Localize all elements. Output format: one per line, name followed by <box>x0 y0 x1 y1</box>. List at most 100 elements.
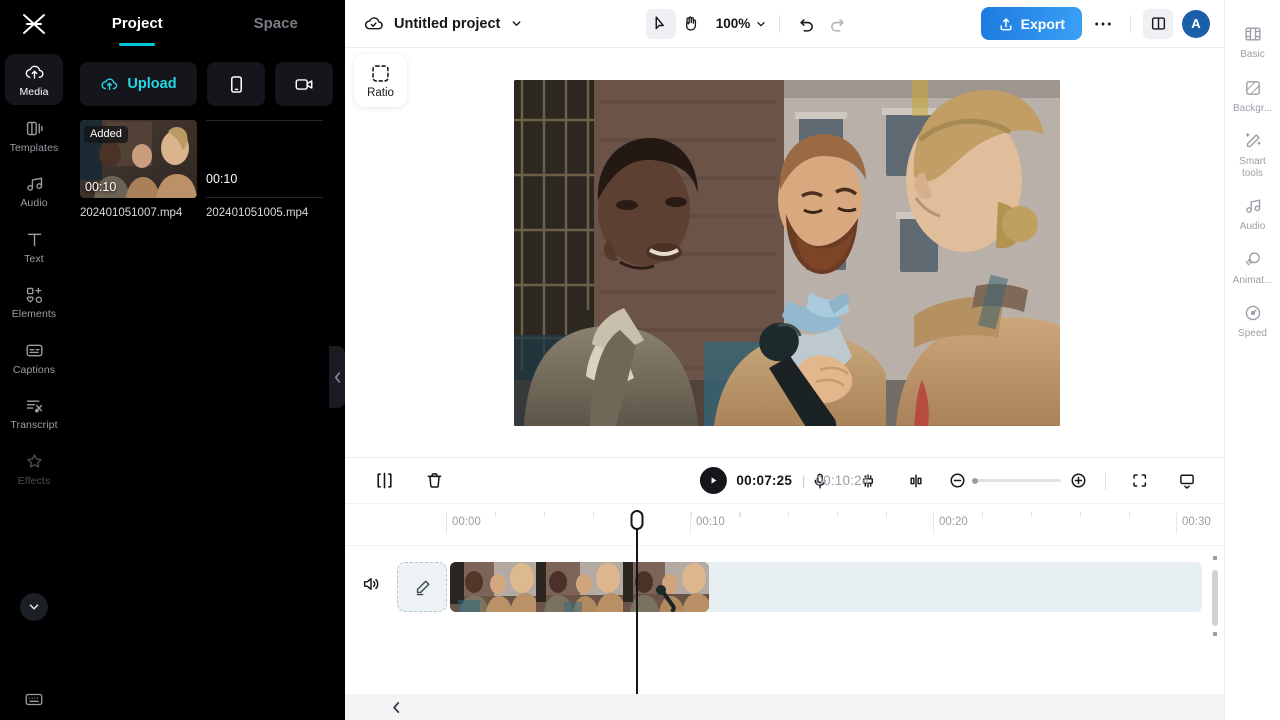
ruler-label: 00:30 <box>1182 516 1211 528</box>
media-actions-row: Upload <box>80 62 333 106</box>
export-button[interactable]: Export <box>980 7 1082 40</box>
sidebar-item-transcript-label: Transcript <box>10 419 58 431</box>
more-horizontal-icon <box>1094 21 1112 27</box>
select-tool-button[interactable] <box>645 8 676 39</box>
track-mute-button[interactable] <box>361 574 381 594</box>
split-marker-button[interactable] <box>901 466 931 496</box>
play-button[interactable] <box>699 467 727 494</box>
right-rail-item-smart-tools[interactable]: Smart tools <box>1228 123 1278 185</box>
media-thumbnail[interactable]: Added 00:10 <box>80 120 197 198</box>
zoom-slider-handle[interactable] <box>972 477 978 484</box>
sidebar-item-elements-label: Elements <box>11 308 57 320</box>
media-thumbnail[interactable]: 00:10 <box>206 120 323 198</box>
sidebar-item-effects[interactable]: Effects <box>5 443 63 494</box>
right-rail-item-animation[interactable]: Animat... <box>1228 242 1278 293</box>
speaker-volume-icon <box>361 574 381 594</box>
right-rail-item-audio[interactable]: Audio <box>1228 188 1278 239</box>
rail-expand-button[interactable] <box>20 593 48 621</box>
video-clip[interactable] <box>450 562 709 612</box>
zoom-out-minus-icon[interactable] <box>949 472 966 489</box>
video-preview[interactable] <box>514 80 1060 426</box>
export-upload-icon <box>998 16 1014 32</box>
cover-edit-button[interactable] <box>397 562 447 612</box>
timeline-horizontal-scrollbar[interactable] <box>345 694 1224 720</box>
panel-toggle-button[interactable] <box>1143 8 1173 39</box>
undo-arrow-icon <box>798 15 816 33</box>
playhead[interactable] <box>630 510 644 694</box>
tab-space-label: Space <box>253 14 298 32</box>
timeline[interactable]: 00:00 00:10 00:20 00:30 <box>345 504 1224 720</box>
playhead-handle[interactable] <box>630 510 644 530</box>
zoom-level-select[interactable]: 100% <box>716 16 768 31</box>
redo-arrow-icon <box>828 15 846 33</box>
cloud-saved-icon <box>363 14 384 33</box>
timeline-ruler[interactable]: 00:00 00:10 00:20 00:30 <box>345 504 1224 546</box>
preview-monitor-button[interactable] <box>1172 466 1202 496</box>
right-rail-item-background[interactable]: Backgr... <box>1228 70 1278 121</box>
cloud-upload-icon <box>24 63 45 82</box>
cloud-upload-icon <box>100 76 119 93</box>
hand-tool-button[interactable] <box>676 9 706 39</box>
keyboard-shortcuts-button[interactable] <box>0 691 68 708</box>
split-marker-icon <box>907 472 925 490</box>
undo-button[interactable] <box>792 9 822 39</box>
scroll-left-button[interactable] <box>391 701 402 714</box>
music-note-icon <box>24 174 45 193</box>
ratio-button[interactable]: Ratio <box>354 54 407 107</box>
keyboard-shortcuts-icon <box>24 691 44 708</box>
timeline-zoom-slider[interactable] <box>949 472 1087 489</box>
timeline-toolbar: 00:07:25 | 00:10:24 <box>345 457 1224 504</box>
right-rail-item-speed[interactable]: Speed <box>1228 295 1278 346</box>
sidebar-item-transcript[interactable]: Transcript <box>5 387 63 438</box>
camera-record-icon <box>294 76 314 93</box>
media-item[interactable]: Added 00:10 202401051007.mp4 <box>80 120 206 219</box>
redo-button[interactable] <box>822 9 852 39</box>
clip-thumbnail <box>450 562 537 612</box>
avatar[interactable]: A <box>1182 9 1210 38</box>
record-button[interactable] <box>275 62 333 106</box>
timeline-vertical-scrollbar[interactable] <box>1212 552 1218 688</box>
phone-import-icon <box>228 75 245 94</box>
sidebar-item-templates[interactable]: Templates <box>5 110 63 161</box>
left-panel-tabs: Project Space <box>68 3 345 46</box>
captions-icon <box>24 341 45 360</box>
music-note-icon <box>1243 196 1263 216</box>
elements-shapes-icon <box>24 285 45 304</box>
zoom-slider-track[interactable] <box>972 477 1061 484</box>
transcript-icon <box>24 396 45 415</box>
sidebar-item-elements[interactable]: Elements <box>5 276 63 327</box>
media-item[interactable]: 00:10 202401051005.mp4 <box>206 120 332 219</box>
sidebar-item-audio[interactable]: Audio <box>5 165 63 216</box>
project-menu[interactable]: Untitled project <box>363 14 523 33</box>
time-separator: | <box>802 473 806 488</box>
capcut-logo-icon[interactable] <box>0 0 68 48</box>
media-grid: Added 00:10 202401051007.mp4 00:10 20240… <box>80 120 333 219</box>
timeline-vertical-scroll-thumb[interactable] <box>1212 570 1218 626</box>
background-fill-icon <box>1243 78 1263 98</box>
upload-button[interactable]: Upload <box>80 62 197 106</box>
tab-project[interactable]: Project <box>68 3 207 46</box>
export-button-label: Export <box>1020 15 1065 32</box>
scrollbar-cap <box>1213 632 1217 636</box>
sidebar-item-captions[interactable]: Captions <box>5 332 63 383</box>
avatar-initial: A <box>1191 16 1201 31</box>
top-toolbar: Untitled project 100% Export A <box>345 0 1224 48</box>
right-rail-item-background-label: Backgr... <box>1233 102 1272 114</box>
fit-to-screen-button[interactable] <box>1124 466 1154 496</box>
playback-controls: 00:07:25 | 00:10:24 <box>699 467 869 494</box>
right-rail-item-speed-label: Speed <box>1238 328 1267 339</box>
right-rail-item-basic[interactable]: Basic <box>1228 16 1278 67</box>
more-options-button[interactable] <box>1088 9 1118 39</box>
sidebar-item-text[interactable]: Text <box>5 221 63 272</box>
sidebar-item-media[interactable]: Media <box>5 54 63 105</box>
delete-button[interactable] <box>419 466 449 496</box>
media-panel: Upload Added 00:10 202401051007.mp4 00:1… <box>68 48 345 720</box>
tab-space[interactable]: Space <box>207 3 346 46</box>
import-from-phone-button[interactable] <box>207 62 265 106</box>
zoom-level-value: 100% <box>715 16 751 31</box>
divider <box>206 197 323 198</box>
split-button[interactable] <box>369 466 399 496</box>
zoom-in-plus-icon[interactable] <box>1070 472 1087 489</box>
play-triangle-icon <box>707 475 718 486</box>
left-panel-collapse-button[interactable] <box>329 346 345 408</box>
